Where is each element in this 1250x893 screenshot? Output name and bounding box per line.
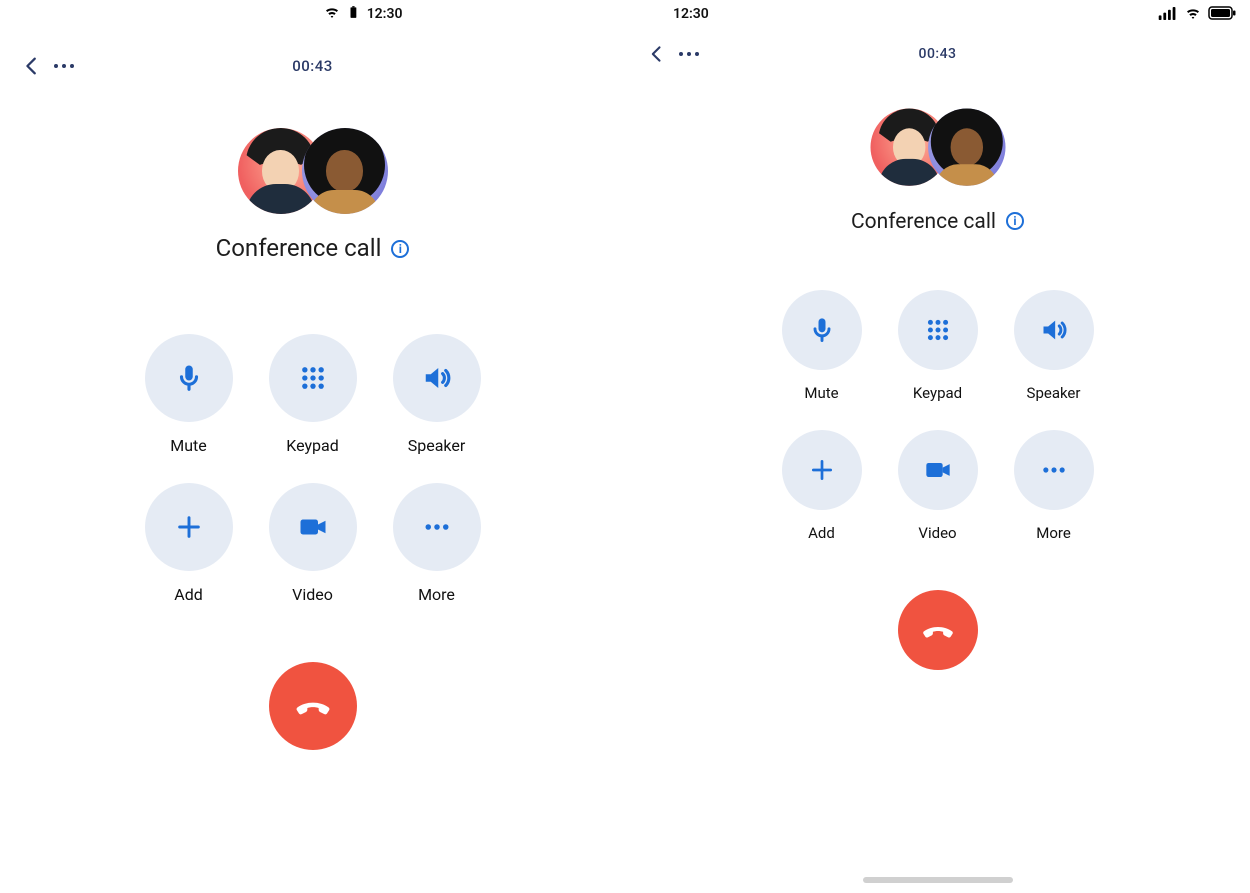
- chevron-left-icon: [647, 44, 667, 64]
- end-call-button[interactable]: [898, 590, 978, 670]
- phone-android: 12:30 00:43 Conference call: [0, 0, 625, 893]
- plus-icon: [809, 457, 835, 483]
- speaker-icon: [1040, 316, 1068, 344]
- mute-label: Mute: [170, 436, 207, 455]
- plus-icon: [175, 513, 203, 541]
- phone-ios: 12:30 00:43: [625, 0, 1250, 893]
- keypad-icon: [299, 364, 327, 392]
- phone-hangup-icon: [293, 686, 333, 726]
- dots-horizontal-icon: [1040, 456, 1068, 484]
- keypad-label: Keypad: [286, 436, 339, 455]
- speaker-label: Speaker: [1027, 384, 1081, 402]
- call-title: Conference call: [851, 210, 996, 234]
- add-label: Add: [174, 585, 202, 604]
- speaker-button[interactable]: Speaker: [377, 334, 497, 455]
- microphone-icon: [174, 363, 204, 393]
- battery-icon: [1208, 6, 1236, 24]
- wifi-icon: [323, 3, 341, 25]
- add-button[interactable]: Add: [129, 483, 249, 604]
- call-controls: Mute Keypad Speaker Add Video More: [625, 290, 1250, 542]
- info-icon[interactable]: i: [1006, 212, 1024, 230]
- mute-label: Mute: [804, 384, 838, 402]
- add-label: Add: [808, 524, 835, 542]
- video-button[interactable]: Video: [253, 483, 373, 604]
- more-label: More: [1036, 524, 1071, 542]
- video-button[interactable]: Video: [882, 430, 994, 542]
- status-time: 12:30: [367, 6, 403, 22]
- battery-icon: [347, 3, 361, 25]
- video-icon: [924, 456, 952, 484]
- keypad-label: Keypad: [913, 384, 962, 402]
- video-label: Video: [918, 524, 956, 542]
- keypad-icon: [925, 317, 951, 343]
- back-button[interactable]: [643, 40, 671, 68]
- top-nav: 00:43: [0, 24, 625, 80]
- speaker-button[interactable]: Speaker: [998, 290, 1110, 402]
- overflow-menu-button[interactable]: [679, 52, 699, 56]
- status-bar: 12:30: [625, 0, 1250, 24]
- signal-icon: [1158, 7, 1178, 24]
- end-call-button[interactable]: [269, 662, 357, 750]
- call-controls: Mute Keypad Speaker Add Video More: [0, 334, 625, 604]
- status-time: 12:30: [673, 6, 709, 22]
- dots-horizontal-icon: [422, 512, 452, 542]
- wifi-icon: [1184, 4, 1202, 26]
- home-indicator[interactable]: [863, 877, 1013, 883]
- video-icon: [298, 512, 328, 542]
- video-label: Video: [292, 585, 333, 604]
- more-label: More: [418, 585, 455, 604]
- call-title: Conference call: [216, 234, 382, 262]
- keypad-button[interactable]: Keypad: [253, 334, 373, 455]
- phone-hangup-icon: [920, 612, 956, 648]
- top-nav: 00:43: [625, 24, 1250, 68]
- back-button[interactable]: [18, 52, 46, 80]
- speaker-icon: [422, 363, 452, 393]
- chevron-left-icon: [21, 55, 43, 77]
- participant-avatar-2: [302, 128, 388, 214]
- participant-avatars: [0, 128, 625, 218]
- participant-avatar-2: [928, 109, 1005, 186]
- mute-button[interactable]: Mute: [766, 290, 878, 402]
- participant-avatars: [625, 104, 1250, 194]
- overflow-menu-button[interactable]: [54, 64, 74, 68]
- more-button[interactable]: More: [377, 483, 497, 604]
- call-duration: 00:43: [292, 57, 333, 75]
- speaker-label: Speaker: [408, 436, 466, 455]
- call-duration: 00:43: [918, 46, 956, 62]
- add-button[interactable]: Add: [766, 430, 878, 542]
- keypad-button[interactable]: Keypad: [882, 290, 994, 402]
- info-icon[interactable]: i: [391, 240, 409, 258]
- status-bar: 12:30: [0, 0, 625, 24]
- microphone-icon: [808, 316, 836, 344]
- mute-button[interactable]: Mute: [129, 334, 249, 455]
- more-button[interactable]: More: [998, 430, 1110, 542]
